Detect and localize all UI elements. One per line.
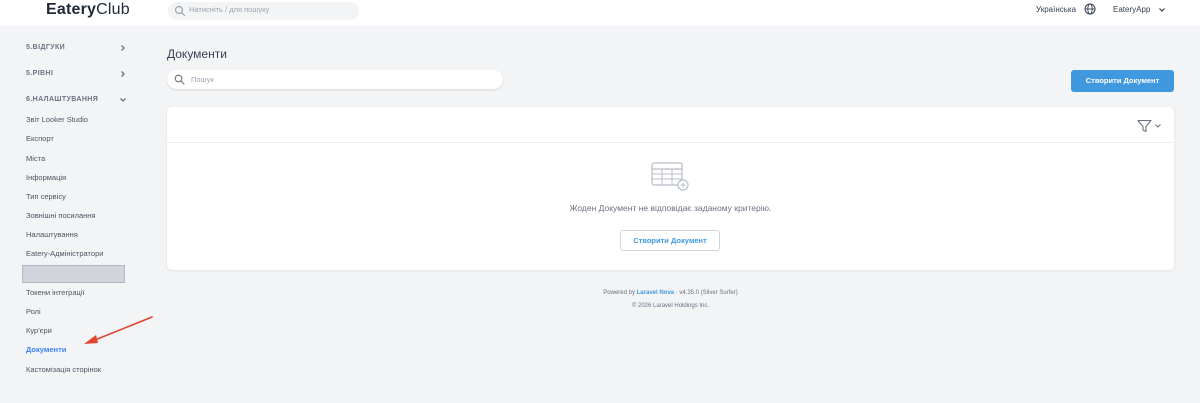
globe-icon[interactable] bbox=[1084, 3, 1096, 15]
card-divider bbox=[167, 142, 1174, 143]
chevron-right-icon[interactable] bbox=[119, 70, 127, 78]
search-placeholder: Пошук bbox=[191, 75, 214, 84]
footer-nova-link[interactable]: Laravel Nova bbox=[637, 290, 674, 296]
redacted-sidebar-item bbox=[22, 265, 125, 283]
chevron-right-icon[interactable] bbox=[119, 44, 127, 52]
empty-create-document-button[interactable]: Створити Документ bbox=[620, 230, 720, 251]
page-title: Документи bbox=[167, 47, 227, 61]
language-selector[interactable]: Українська bbox=[1036, 5, 1076, 14]
resource-search-input[interactable]: Пошук bbox=[167, 70, 503, 89]
sidebar-item-cities[interactable]: Міста bbox=[26, 154, 45, 163]
footer-powered-label: Powered by bbox=[603, 290, 635, 296]
footer-powered-by: Powered by Laravel Nova · v4.35.0 (Silve… bbox=[167, 290, 1174, 296]
app-logo[interactable]: EateryClub bbox=[46, 1, 130, 19]
sidebar-item-information[interactable]: Інформація bbox=[26, 173, 66, 182]
sidebar-group-settings[interactable]: 6.НАЛАШТУВАННЯ bbox=[26, 96, 98, 103]
sidebar-item-looker-report[interactable]: Звіт Looker Studio bbox=[26, 115, 88, 124]
resource-table-card: Жоден Документ не відповідає заданому кр… bbox=[167, 107, 1174, 270]
filter-icon[interactable] bbox=[1137, 119, 1163, 133]
annotation-arrow-icon bbox=[84, 316, 153, 344]
sidebar-group-levels[interactable]: 5.РІВНІ bbox=[26, 70, 53, 77]
sidebar-item-service-type[interactable]: Тип сервісу bbox=[26, 192, 66, 201]
sidebar-item-documents[interactable]: Документи bbox=[26, 345, 66, 354]
search-icon bbox=[174, 74, 185, 85]
sidebar-item-settings[interactable]: Налаштування bbox=[26, 230, 78, 239]
empty-state-message: Жоден Документ не відповідає заданому кр… bbox=[569, 203, 772, 213]
search-icon bbox=[174, 5, 186, 17]
top-bar: EateryClub Натисніть / для пошуку Україн… bbox=[0, 0, 1200, 27]
sidebar-item-roles[interactable]: Ролі bbox=[26, 307, 41, 316]
sidebar-item-page-customization[interactable]: Кастомізація сторінок bbox=[26, 365, 101, 374]
sidebar-item-export[interactable]: Експорт bbox=[26, 134, 54, 143]
global-search-input[interactable]: Натисніть / для пошуку bbox=[168, 2, 359, 20]
empty-table-icon bbox=[651, 162, 689, 191]
chevron-down-icon[interactable] bbox=[1158, 6, 1166, 14]
global-search-placeholder: Натисніть / для пошуку bbox=[189, 5, 270, 14]
sidebar-item-integration-tokens[interactable]: Токени інтеграції bbox=[26, 288, 85, 297]
sidebar-item-couriers[interactable]: Кур'єри bbox=[26, 326, 52, 335]
create-document-button[interactable]: Створити Документ bbox=[1071, 70, 1174, 92]
footer-version: · v4.35.0 (Silver Surfer) bbox=[675, 290, 738, 296]
user-menu[interactable]: EateryApp bbox=[1113, 5, 1150, 14]
chevron-down-icon[interactable] bbox=[119, 96, 127, 104]
sidebar-item-administrators[interactable]: Eatery-Адміністратори bbox=[26, 249, 103, 258]
sidebar-item-external-links[interactable]: Зовнішні посилання bbox=[26, 211, 95, 220]
footer-copyright: © 2026 Laravel Holdings Inc. bbox=[631, 303, 710, 309]
sidebar-group-reviews[interactable]: 5.ВІДГУКИ bbox=[26, 44, 65, 51]
